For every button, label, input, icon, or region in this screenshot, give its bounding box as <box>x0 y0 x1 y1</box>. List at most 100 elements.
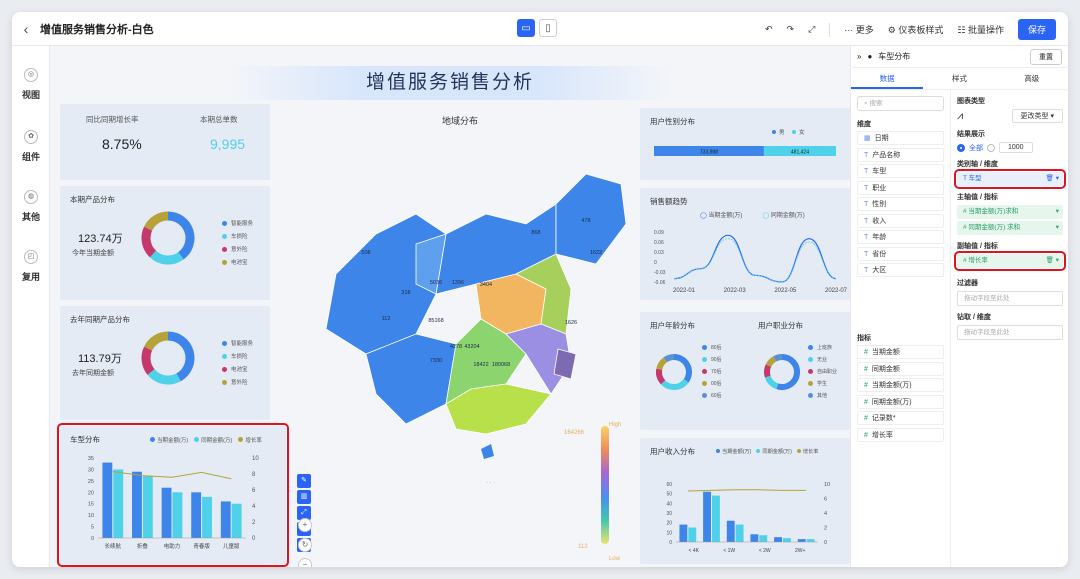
kpi-card[interactable]: 同比同期增长率 8.75% 本期总单数 9,995 <box>60 104 270 180</box>
amount-label: 去年同期金额 <box>72 370 114 377</box>
dimension-field[interactable]: T 大区 <box>857 263 944 277</box>
pill-actions-icon[interactable]: ▾ <box>1056 205 1059 219</box>
main-value: # 当期金额(万)求和 <box>963 208 1019 215</box>
desktop-icon[interactable]: ▭ <box>517 19 535 37</box>
legend-item: 当期金额(万) <box>716 448 751 455</box>
sub-measure-pill[interactable]: # 增长率 🗑 ▾ <box>954 251 1066 271</box>
tab-style[interactable]: 样式 <box>923 68 995 89</box>
yoy-value: 8.75% <box>102 136 142 152</box>
nav-component[interactable]: ✿ 组件 <box>12 130 50 163</box>
pill-actions-icon[interactable]: 🗑 ▾ <box>1046 172 1059 186</box>
x-tick-label: 儿童版 <box>223 542 240 550</box>
fullscreen-icon[interactable]: ⤢ <box>808 24 815 35</box>
measure-field[interactable]: # 当期金额(万) <box>857 378 944 392</box>
scale-low-value: 112 <box>578 544 588 550</box>
field-label: 当期金额(万) <box>871 382 912 389</box>
map-value-label: 1626 <box>565 320 577 326</box>
map-color-scale[interactable] <box>601 426 609 544</box>
y-tick-label: 0.09 <box>654 230 664 236</box>
dimension-field[interactable]: T 性别 <box>857 197 944 211</box>
config-panel: » ● 车型分布 重置 数据 样式 高级 ⌕ 搜索 维度 ▦ 日期 T 产品名称 T 车型… <box>850 46 1068 567</box>
change-type-button[interactable]: 更改类型 ▾ <box>1011 109 1063 123</box>
field-search-input[interactable]: ⌕ 搜索 <box>857 96 944 111</box>
dimension-field[interactable]: T 省份 <box>857 246 944 261</box>
text-type-icon: T <box>864 184 869 192</box>
chart-type-row: ⩘ 更改类型 ▾ <box>957 109 1063 123</box>
map-region-hainan[interactable] <box>481 444 494 459</box>
undo-icon[interactable]: ↶ <box>765 24 773 35</box>
map-region-zhejiang[interactable] <box>553 348 577 380</box>
back-icon[interactable]: ‹ <box>12 21 40 37</box>
text-type-icon: T <box>864 267 869 274</box>
map-card[interactable]: 地域分布 478 868 1622 508 5036 1396 318 3404 112 8516… <box>296 104 632 564</box>
zoom-in-icon[interactable]: + <box>298 518 312 532</box>
gender-value-female: 481,424 <box>791 150 809 156</box>
card-title: 用户收入分布 <box>650 447 695 456</box>
measure-field[interactable]: # 增长率 <box>857 427 944 442</box>
radio-limit[interactable] <box>987 143 995 152</box>
radio-all[interactable] <box>957 143 965 152</box>
gender-card[interactable]: 用户性别分布 男 女 733,988 481,424 <box>640 108 850 180</box>
y-tick-label: 35 <box>88 456 94 462</box>
tab-advanced[interactable]: 高级 <box>996 68 1068 89</box>
nav-view[interactable]: ◎ 视图 <box>12 68 50 101</box>
measure-field[interactable]: # 当期金额 <box>857 345 944 359</box>
main-value: # 同期金额(万) 求和 <box>963 224 1021 231</box>
limit-input[interactable]: 1000 <box>999 142 1033 153</box>
y-tick-label: 20 <box>666 521 672 527</box>
measure-field[interactable]: # 同期金额(万) <box>857 394 944 409</box>
dimension-field[interactable]: T 车型 <box>857 164 944 178</box>
batch-button[interactable]: ☷ 批量操作 <box>957 23 1004 36</box>
donut-slices <box>141 211 195 265</box>
number-type-icon: # <box>864 365 868 373</box>
pill-actions-icon[interactable]: 🗑 ▾ <box>1046 254 1059 268</box>
nav-component-label: 组件 <box>21 152 40 162</box>
age-job-card[interactable]: 用户年龄分布 用户职业分布 80后 90后 70后 00后 60后 上班族 无业… <box>640 312 850 430</box>
y-tick-label: 0 <box>654 260 657 266</box>
redo-icon[interactable]: ↷ <box>787 24 795 35</box>
dimension-field[interactable]: ▦ 日期 <box>857 131 944 145</box>
chart-marks: 353025201510501086420长续航 折叠 电助力 青春版 儿童版 <box>88 456 259 550</box>
legend-label: 车损险 <box>231 354 248 360</box>
collapse-icon[interactable]: » <box>857 52 861 61</box>
measure-field[interactable]: # 记录数* <box>857 411 944 425</box>
dimension-field[interactable]: T 年龄 <box>857 230 944 244</box>
pill-actions-icon[interactable]: ▾ <box>1056 221 1059 235</box>
x-tick-label: 2W+ <box>795 548 806 554</box>
dimension-field[interactable]: T 职业 <box>857 180 944 195</box>
zoom-out-icon[interactable]: − <box>298 558 312 567</box>
mobile-icon[interactable]: ▯ <box>539 19 557 37</box>
more-button[interactable]: ··· 更多 <box>844 23 874 36</box>
filter-dropzone[interactable]: 拖动字段至此处 <box>957 291 1063 306</box>
dashboard-style-button[interactable]: ⚙ 仪表板样式 <box>888 23 944 36</box>
cartype-chart-card[interactable]: 车型分布 当期金额(万) 同期金额(万) 增长率 35 30 25 20 15 10 5 0 1… <box>57 423 289 567</box>
x-tick-label: < 4K <box>689 548 700 554</box>
reset-view-icon[interactable]: ↻ <box>298 538 312 552</box>
legend-item: 智能服务 <box>222 338 253 351</box>
map-value-label: 1622 <box>590 250 602 256</box>
drill-dropzone[interactable]: 拖动字段至此处 <box>957 325 1063 340</box>
income-card[interactable]: 用户收入分布 当期金额(万) 同期金额(万) 增长率 60 50 40 30 20 10 0… <box>640 438 850 564</box>
x-tick-label: < 1W <box>723 548 735 554</box>
main-measure-pill[interactable]: # 当期金额(万)求和 ▾ <box>957 205 1063 219</box>
map-value-label: 5036 <box>430 280 442 286</box>
legend-label: 其他 <box>817 393 828 399</box>
legend-item: 70后 <box>702 366 722 378</box>
dimension-field[interactable]: T 产品名称 <box>857 147 944 162</box>
main-measure-pill[interactable]: # 同期金额(万) 求和 ▾ <box>957 221 1063 235</box>
nav-other[interactable]: ◍ 其他 <box>12 190 50 223</box>
axis-dimension-pill[interactable]: T 车型 🗑 ▾ <box>954 169 1066 189</box>
reset-button[interactable]: 重置 <box>1030 48 1062 65</box>
last-year-product-card[interactable]: 去年同期产品分布 113.79万 去年同期金额 智能服务 车损险 电池宝 意外险 <box>60 306 270 420</box>
trend-card[interactable]: 销售额趋势 ◯ 当期金额(万) ◯ 同期金额(万) 0.09 0.06 0.03 0-… <box>640 188 850 300</box>
x-tick-label: 长续航 <box>105 542 122 550</box>
field-label: 当期金额 <box>871 349 900 356</box>
measure-field[interactable]: # 同期金额 <box>857 361 944 376</box>
nav-reuse[interactable]: ◰ 复用 <box>12 250 50 283</box>
field-label: 职业 <box>872 184 887 192</box>
save-button[interactable]: 保存 <box>1017 19 1056 40</box>
dimension-field[interactable]: T 收入 <box>857 213 944 228</box>
this-year-product-card[interactable]: 本期产品分布 123.74万 今年当期金额 智能服务 车损险 意外险 电池宝 <box>60 186 270 300</box>
map-value-label: 478 <box>581 218 590 224</box>
tab-data[interactable]: 数据 <box>851 68 924 89</box>
